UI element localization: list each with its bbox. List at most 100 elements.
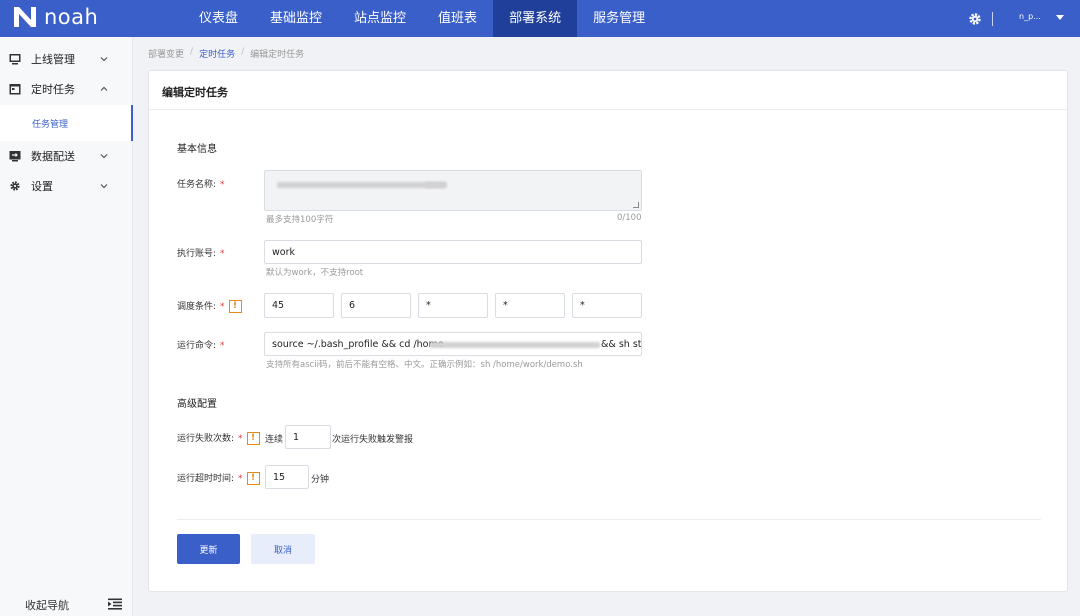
schedule-label-text: 调度条件: (177, 302, 217, 312)
fail-count-prefix: 连续 (265, 435, 284, 445)
account-label: 执行账号: * (177, 246, 225, 259)
form-footer-divider (177, 519, 1041, 520)
sidebar-item-label: 上线管理 (31, 53, 75, 66)
breadcrumb: 部署变更 / 定时任务 / 编辑定时任务 (148, 47, 304, 60)
cancel-button[interactable]: 取消 (251, 534, 315, 564)
account-label-text: 执行账号: (177, 249, 217, 259)
topbar-divider (992, 12, 993, 26)
chevron-up-icon (100, 86, 108, 91)
required-mark: * (238, 474, 243, 484)
timeout-label: 运行超时时间: *! (177, 471, 260, 485)
main-nav: 仪表盘 基础监控 站点监控 值班表 部署系统 服务管理 (183, 0, 661, 37)
command-label-text: 运行命令: (177, 341, 217, 351)
nav-item-basic-monitoring[interactable]: 基础监控 (254, 0, 338, 37)
task-name-counter: 0/100 (617, 213, 642, 223)
account-value: work (272, 246, 295, 258)
schedule-minute-value: 45 (272, 300, 285, 311)
app-logo[interactable]: noah (12, 5, 98, 29)
redacted-text (277, 182, 447, 188)
timeout-value: 15 (273, 471, 286, 483)
schedule-weekday-value: * (580, 300, 585, 311)
nav-item-service-management[interactable]: 服务管理 (577, 0, 661, 37)
schedule-hour-value: 6 (349, 300, 356, 311)
schedule-minute-input[interactable]: 45 (264, 293, 334, 318)
nav-item-deployment[interactable]: 部署系统 (493, 0, 578, 37)
fail-count-suffix: 次运行失败触发警报 (332, 435, 414, 445)
command-hint: 支持所有ascii码，前后不能有空格、中文。正确示例如：sh /home/wor… (266, 360, 583, 370)
required-mark: * (220, 180, 225, 190)
monitor-icon (9, 54, 21, 65)
transfer-icon (9, 151, 21, 162)
fail-count-label: 运行失败次数: *! (177, 431, 260, 445)
redacted-text (425, 182, 445, 188)
noah-logo-icon (14, 7, 36, 27)
calendar-icon (9, 84, 21, 95)
update-button[interactable]: 更新 (177, 534, 240, 564)
sidebar-item-scheduled-tasks[interactable]: 定时任务 (0, 74, 133, 104)
card-title: 编辑定时任务 (162, 86, 228, 99)
top-navigation-bar: noah 仪表盘 基础监控 站点监控 值班表 部署系统 服务管理 n_p... (0, 0, 1080, 37)
required-mark: * (220, 249, 225, 259)
timeout-input[interactable]: 15 (265, 465, 309, 489)
breadcrumb-scheduled-tasks[interactable]: 定时任务 (199, 47, 235, 60)
command-value-start: source ~/.bash_profile && cd /home (272, 338, 444, 350)
fail-count-value: 1 (293, 431, 300, 443)
redacted-text (430, 342, 600, 348)
chevron-down-icon (100, 184, 108, 189)
sidebar-item-release-management[interactable]: 上线管理 (0, 44, 133, 74)
required-mark: * (220, 341, 225, 351)
breadcrumb-separator: / (241, 47, 245, 57)
chevron-down-icon (100, 154, 108, 159)
command-input[interactable]: source ~/.bash_profile && cd /home && sh… (264, 332, 642, 356)
schedule-month-value: * (503, 300, 508, 311)
resize-handle-icon[interactable] (633, 202, 639, 208)
schedule-hour-input[interactable]: 6 (341, 293, 411, 318)
account-hint: 默认为work，不支持root (266, 268, 364, 278)
gear-icon (10, 181, 20, 191)
breadcrumb-separator: / (190, 47, 194, 57)
schedule-month-input[interactable]: * (495, 293, 565, 318)
schedule-day-input[interactable]: * (418, 293, 488, 318)
required-mark: * (220, 302, 225, 312)
gear-icon[interactable] (967, 11, 983, 27)
timeout-label-text: 运行超时时间: (177, 474, 235, 484)
breadcrumb-current: 编辑定时任务 (250, 50, 305, 60)
nav-item-duty-schedule[interactable]: 值班表 (422, 0, 493, 37)
task-name-label: 任务名称: * (177, 177, 225, 190)
app-name: noah (44, 5, 99, 29)
task-name-label-text: 任务名称: (177, 180, 217, 190)
task-name-textarea[interactable] (264, 170, 642, 211)
nav-item-site-monitoring[interactable]: 站点监控 (338, 0, 422, 37)
sidebar-subitem-task-management[interactable]: 任务管理 (0, 105, 133, 141)
breadcrumb-deploy-change[interactable]: 部署变更 (148, 47, 184, 60)
user-menu-caret-icon[interactable] (1056, 15, 1064, 20)
fail-count-label-text: 运行失败次数: (177, 434, 235, 444)
schedule-weekday-input[interactable]: * (572, 293, 642, 318)
chevron-down-icon (100, 57, 108, 62)
account-input[interactable]: work (264, 240, 642, 264)
sidebar-item-label: 定时任务 (31, 83, 75, 96)
sidebar-subitem-label: 任务管理 (32, 120, 69, 130)
schedule-day-value: * (426, 300, 431, 311)
task-name-hint: 最多支持100字符 (266, 215, 334, 225)
nav-item-dashboard[interactable]: 仪表盘 (183, 0, 254, 37)
command-label: 运行命令: * (177, 338, 225, 351)
collapse-nav-button[interactable]: 收起导航 (0, 595, 133, 616)
warning-icon[interactable]: ! (228, 300, 242, 313)
warning-icon[interactable]: ! (246, 472, 260, 485)
section-basic-info: 基本信息 (177, 144, 217, 155)
command-value-end: && sh start (601, 339, 642, 350)
required-mark: * (238, 434, 243, 444)
user-name[interactable]: n_p... (1019, 12, 1041, 21)
sidebar-item-label: 设置 (31, 180, 53, 193)
warning-icon[interactable]: ! (246, 432, 260, 445)
timeout-suffix: 分钟 (311, 475, 330, 485)
edit-task-card: 编辑定时任务 基本信息 任务名称: * 最多支持100字符 0/100 执行账号:… (148, 70, 1068, 592)
sidebar-item-settings[interactable]: 设置 (0, 171, 133, 201)
fail-count-input[interactable]: 1 (285, 425, 331, 449)
collapse-nav-label: 收起导航 (25, 599, 69, 612)
collapse-menu-icon (108, 598, 122, 610)
sidebar: 上线管理 定时任务 任务管理 数据配送 设置 收起导航 (0, 37, 133, 616)
sidebar-item-label: 数据配送 (31, 150, 75, 163)
sidebar-item-data-delivery[interactable]: 数据配送 (0, 141, 133, 171)
